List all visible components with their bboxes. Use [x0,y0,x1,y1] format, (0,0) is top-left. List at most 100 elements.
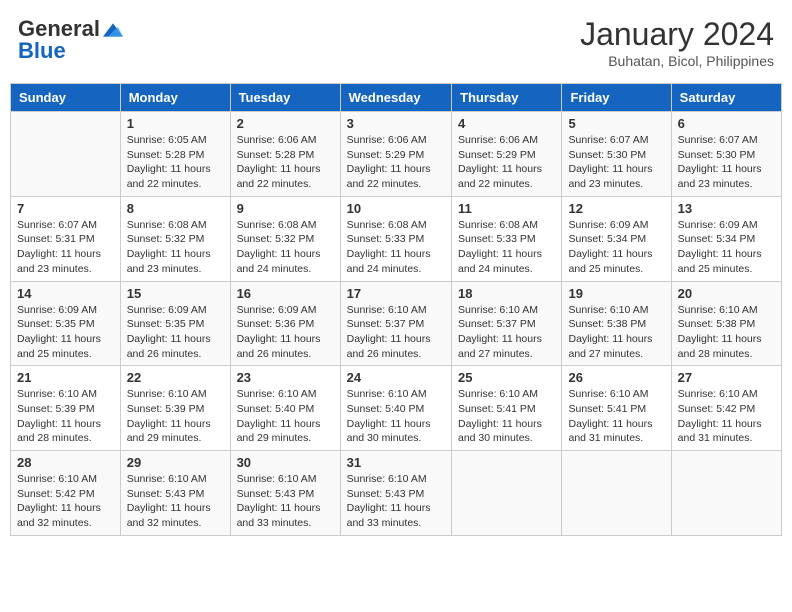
calendar-cell: 9 Sunrise: 6:08 AM Sunset: 5:32 PM Daylig… [230,196,340,281]
day-info: Sunrise: 6:10 AM Sunset: 5:37 PM Dayligh… [458,303,555,362]
calendar-cell: 23Sunrise: 6:10 AM Sunset: 5:40 PM Dayli… [230,366,340,451]
page-header: General Blue January 2024 Buhatan, Bicol… [10,10,782,75]
day-info: Sunrise: 6:09 AM Sunset: 5:34 PM Dayligh… [568,218,664,277]
calendar-cell: 26Sunrise: 6:10 AM Sunset: 5:41 PM Dayli… [562,366,671,451]
calendar-cell: 3 Sunrise: 6:06 AM Sunset: 5:29 PM Daylig… [340,112,451,197]
calendar-cell: 16Sunrise: 6:09 AM Sunset: 5:36 PM Dayli… [230,281,340,366]
weekday-sunday: Sunday [11,84,121,112]
calendar-cell: 17 Sunrise: 6:10 AM Sunset: 5:37 PM Dayli… [340,281,451,366]
calendar-cell: 22 Sunrise: 6:10 AM Sunset: 5:39 PM Dayli… [120,366,230,451]
calendar-cell: 4 Sunrise: 6:06 AM Sunset: 5:29 PM Daylig… [452,112,562,197]
location: Buhatan, Bicol, Philippines [580,53,774,69]
day-info: Sunrise: 6:07 AM Sunset: 5:30 PM Dayligh… [568,133,664,192]
day-number: 25 [458,370,555,385]
day-number: 30 [237,455,334,470]
logo-blue-text: Blue [18,38,66,64]
calendar-week-5: 28Sunrise: 6:10 AM Sunset: 5:42 PM Dayli… [11,451,782,536]
day-number: 4 [458,116,555,131]
day-number: 3 [347,116,445,131]
day-info: Sunrise: 6:06 AM Sunset: 5:29 PM Dayligh… [347,133,445,192]
weekday-monday: Monday [120,84,230,112]
day-number: 16 [237,286,334,301]
day-info: Sunrise: 6:08 AM Sunset: 5:32 PM Dayligh… [237,218,334,277]
day-info: Sunrise: 6:09 AM Sunset: 5:35 PM Dayligh… [17,303,114,362]
day-number: 7 [17,201,114,216]
day-number: 23 [237,370,334,385]
calendar-cell [452,451,562,536]
calendar-table: SundayMondayTuesdayWednesdayThursdayFrid… [10,83,782,536]
day-number: 31 [347,455,445,470]
day-number: 9 [237,201,334,216]
day-number: 26 [568,370,664,385]
day-number: 29 [127,455,224,470]
calendar-cell [11,112,121,197]
weekday-header-row: SundayMondayTuesdayWednesdayThursdayFrid… [11,84,782,112]
calendar-cell: 13 Sunrise: 6:09 AM Sunset: 5:34 PM Dayli… [671,196,781,281]
calendar-cell: 15 Sunrise: 6:09 AM Sunset: 5:35 PM Dayli… [120,281,230,366]
day-number: 14 [17,286,114,301]
calendar-cell: 1 Sunrise: 6:05 AM Sunset: 5:28 PM Daylig… [120,112,230,197]
day-info: Sunrise: 6:10 AM Sunset: 5:43 PM Dayligh… [237,472,334,531]
day-info: Sunrise: 6:05 AM Sunset: 5:28 PM Dayligh… [127,133,224,192]
calendar-week-1: 1 Sunrise: 6:05 AM Sunset: 5:28 PM Daylig… [11,112,782,197]
weekday-tuesday: Tuesday [230,84,340,112]
day-number: 20 [678,286,775,301]
day-number: 22 [127,370,224,385]
day-number: 17 [347,286,445,301]
calendar-cell: 29 Sunrise: 6:10 AM Sunset: 5:43 PM Dayli… [120,451,230,536]
day-number: 13 [678,201,775,216]
day-number: 15 [127,286,224,301]
day-info: Sunrise: 6:10 AM Sunset: 5:43 PM Dayligh… [127,472,224,531]
day-info: Sunrise: 6:10 AM Sunset: 5:39 PM Dayligh… [127,387,224,446]
day-info: Sunrise: 6:09 AM Sunset: 5:34 PM Dayligh… [678,218,775,277]
calendar-cell: 25 Sunrise: 6:10 AM Sunset: 5:41 PM Dayli… [452,366,562,451]
day-info: Sunrise: 6:10 AM Sunset: 5:43 PM Dayligh… [347,472,445,531]
day-info: Sunrise: 6:08 AM Sunset: 5:32 PM Dayligh… [127,218,224,277]
day-info: Sunrise: 6:07 AM Sunset: 5:31 PM Dayligh… [17,218,114,277]
logo-icon [103,23,123,37]
calendar-cell: 2Sunrise: 6:06 AM Sunset: 5:28 PM Daylig… [230,112,340,197]
day-number: 12 [568,201,664,216]
calendar-cell: 8 Sunrise: 6:08 AM Sunset: 5:32 PM Daylig… [120,196,230,281]
calendar-cell: 27Sunrise: 6:10 AM Sunset: 5:42 PM Dayli… [671,366,781,451]
weekday-thursday: Thursday [452,84,562,112]
calendar-cell: 6Sunrise: 6:07 AM Sunset: 5:30 PM Daylig… [671,112,781,197]
day-number: 8 [127,201,224,216]
calendar-cell: 11Sunrise: 6:08 AM Sunset: 5:33 PM Dayli… [452,196,562,281]
calendar-cell: 5 Sunrise: 6:07 AM Sunset: 5:30 PM Daylig… [562,112,671,197]
day-info: Sunrise: 6:10 AM Sunset: 5:41 PM Dayligh… [458,387,555,446]
calendar-week-3: 14 Sunrise: 6:09 AM Sunset: 5:35 PM Dayli… [11,281,782,366]
day-number: 27 [678,370,775,385]
day-info: Sunrise: 6:10 AM Sunset: 5:42 PM Dayligh… [17,472,114,531]
calendar-cell: 14 Sunrise: 6:09 AM Sunset: 5:35 PM Dayli… [11,281,121,366]
day-info: Sunrise: 6:09 AM Sunset: 5:35 PM Dayligh… [127,303,224,362]
day-number: 1 [127,116,224,131]
weekday-friday: Friday [562,84,671,112]
day-info: Sunrise: 6:10 AM Sunset: 5:38 PM Dayligh… [678,303,775,362]
calendar-cell [671,451,781,536]
month-title: January 2024 [580,16,774,53]
calendar-cell: 19Sunrise: 6:10 AM Sunset: 5:38 PM Dayli… [562,281,671,366]
calendar-cell: 21 Sunrise: 6:10 AM Sunset: 5:39 PM Dayli… [11,366,121,451]
day-number: 5 [568,116,664,131]
day-number: 21 [17,370,114,385]
day-info: Sunrise: 6:10 AM Sunset: 5:37 PM Dayligh… [347,303,445,362]
calendar-cell: 24Sunrise: 6:10 AM Sunset: 5:40 PM Dayli… [340,366,451,451]
calendar-cell: 7 Sunrise: 6:07 AM Sunset: 5:31 PM Daylig… [11,196,121,281]
calendar-week-4: 21 Sunrise: 6:10 AM Sunset: 5:39 PM Dayli… [11,366,782,451]
day-info: Sunrise: 6:06 AM Sunset: 5:29 PM Dayligh… [458,133,555,192]
day-number: 11 [458,201,555,216]
day-info: Sunrise: 6:08 AM Sunset: 5:33 PM Dayligh… [347,218,445,277]
day-info: Sunrise: 6:06 AM Sunset: 5:28 PM Dayligh… [237,133,334,192]
day-info: Sunrise: 6:10 AM Sunset: 5:39 PM Dayligh… [17,387,114,446]
calendar-week-2: 7 Sunrise: 6:07 AM Sunset: 5:31 PM Daylig… [11,196,782,281]
day-number: 10 [347,201,445,216]
day-info: Sunrise: 6:07 AM Sunset: 5:30 PM Dayligh… [678,133,775,192]
calendar-cell: 12 Sunrise: 6:09 AM Sunset: 5:34 PM Dayli… [562,196,671,281]
day-info: Sunrise: 6:10 AM Sunset: 5:40 PM Dayligh… [347,387,445,446]
calendar-cell: 20 Sunrise: 6:10 AM Sunset: 5:38 PM Dayli… [671,281,781,366]
calendar-cell: 18Sunrise: 6:10 AM Sunset: 5:37 PM Dayli… [452,281,562,366]
day-info: Sunrise: 6:10 AM Sunset: 5:38 PM Dayligh… [568,303,664,362]
weekday-wednesday: Wednesday [340,84,451,112]
title-area: January 2024 Buhatan, Bicol, Philippines [580,16,774,69]
